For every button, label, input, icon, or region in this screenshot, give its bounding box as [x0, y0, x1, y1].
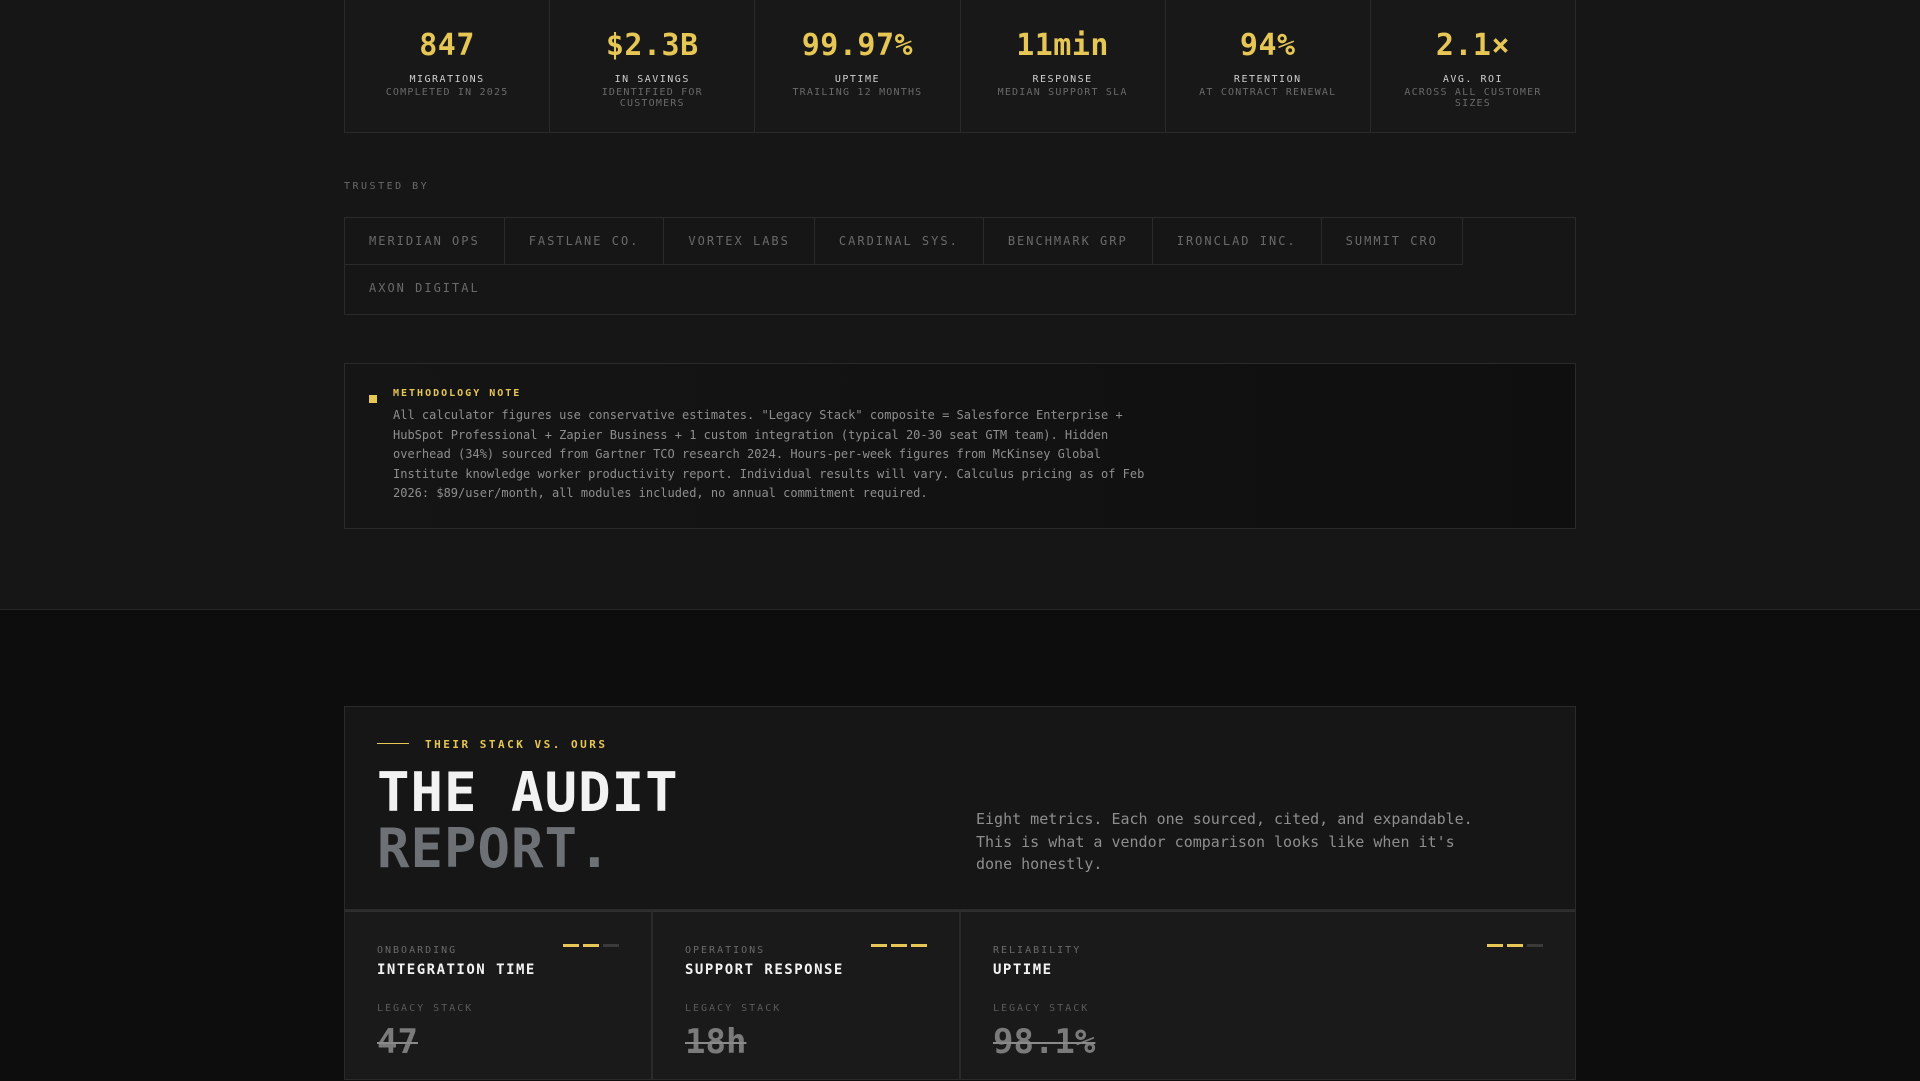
rating-bars-icon: [871, 944, 927, 947]
stat-sub: ACROSS ALL CUSTOMER SIZES: [1404, 87, 1542, 109]
eyebrow-rule: [377, 743, 409, 744]
logo-summit-cro: SUMMIT CRO: [1321, 218, 1463, 265]
stat-label: AVG. ROI: [1442, 74, 1504, 85]
legacy-label: LEGACY STACK: [377, 1003, 474, 1014]
metric-cards: ONBOARDING INTEGRATION TIME LEGACY STACK…: [344, 910, 1576, 1080]
logo-grid: MERIDIAN OPS FASTLANE CO. VORTEX LABS CA…: [344, 217, 1576, 315]
rating-bar: [891, 944, 907, 947]
stat-value: 847: [419, 28, 475, 63]
rating-bar: [583, 944, 599, 947]
metric-card-support-response[interactable]: OPERATIONS SUPPORT RESPONSE LEGACY STACK…: [652, 910, 960, 1080]
audit-description: Eight metrics. Each one sourced, cited, …: [976, 810, 1473, 873]
card-category: ONBOARDING: [377, 945, 458, 956]
stat-retention: 94% RETENTION AT CONTRACT RENEWAL: [1166, 0, 1371, 132]
stat-value: 11min: [1016, 28, 1109, 63]
rating-bar: [1527, 944, 1543, 947]
stats-strip: 847 MIGRATIONS COMPLETED IN 2025 $2.3B I…: [344, 0, 1576, 133]
methodology-text: All calculator figures use conservative …: [393, 408, 1145, 500]
stat-label: UPTIME: [834, 74, 880, 85]
legacy-value: 47: [377, 1022, 418, 1062]
logo-cardinal-sys: CARDINAL SYS.: [814, 218, 984, 265]
stat-savings: $2.3B IN SAVINGS IDENTIFIED FOR CUSTOMER…: [550, 0, 756, 132]
card-title: UPTIME: [993, 962, 1053, 978]
logo-vortex-labs: VORTEX LABS: [664, 218, 815, 265]
audit-title-line1: THE AUDIT: [377, 761, 679, 824]
stat-sub: IDENTIFIED FOR CUSTOMERS: [601, 87, 703, 109]
card-title: SUPPORT RESPONSE: [685, 962, 844, 978]
legacy-value: 98.1%: [993, 1022, 1096, 1062]
methodology-note: METHODOLOGY NOTE All calculator figures …: [344, 363, 1576, 529]
metric-card-uptime[interactable]: RELIABILITY UPTIME LEGACY STACK 98.1%: [960, 910, 1576, 1080]
rating-bar: [563, 944, 579, 947]
logo-ironclad-inc: IRONCLAD INC.: [1152, 218, 1322, 265]
stat-label: IN SAVINGS: [614, 74, 690, 85]
rating-bars-icon: [563, 944, 619, 947]
stat-response: 11min RESPONSE MEDIAN SUPPORT SLA: [961, 0, 1166, 132]
legacy-label: LEGACY STACK: [993, 1003, 1090, 1014]
rating-bar: [871, 944, 887, 947]
stat-sub: COMPLETED IN 2025: [385, 87, 509, 98]
audit-eyebrow: THEIR STACK VS. OURS: [425, 738, 608, 751]
rating-bar: [1507, 944, 1523, 947]
rating-bar: [911, 944, 927, 947]
stat-label: RETENTION: [1233, 74, 1302, 85]
stat-sub: MEDIAN SUPPORT SLA: [997, 87, 1128, 98]
trusted-by-label: TRUSTED BY: [344, 181, 430, 192]
card-category: OPERATIONS: [685, 945, 766, 956]
audit-title-line2: REPORT.: [377, 817, 612, 880]
rating-bar: [1487, 944, 1503, 947]
stat-label: RESPONSE: [1032, 74, 1093, 85]
stat-uptime: 99.97% UPTIME TRAILING 12 MONTHS: [755, 0, 961, 132]
legacy-label: LEGACY STACK: [685, 1003, 782, 1014]
metric-card-integration-time[interactable]: ONBOARDING INTEGRATION TIME LEGACY STACK…: [344, 910, 652, 1080]
rating-bars-icon: [1487, 944, 1543, 947]
card-category: RELIABILITY: [993, 945, 1082, 956]
square-bullet-icon: [369, 395, 377, 403]
audit-header: THEIR STACK VS. OURS THE AUDIT REPORT. E…: [344, 706, 1576, 910]
card-title: INTEGRATION TIME: [377, 962, 536, 978]
stat-roi: 2.1× AVG. ROI ACROSS ALL CUSTOMER SIZES: [1371, 0, 1575, 132]
logo-axon-digital: AXON DIGITAL: [369, 281, 480, 295]
stat-label: MIGRATIONS: [409, 74, 485, 85]
legacy-value: 18h: [685, 1022, 747, 1062]
stat-migrations: 847 MIGRATIONS COMPLETED IN 2025: [345, 0, 551, 132]
stat-value: $2.3B: [605, 28, 699, 63]
rating-bar: [603, 944, 619, 947]
stat-value: 99.97%: [801, 28, 914, 63]
methodology-title: METHODOLOGY NOTE: [393, 388, 522, 399]
stat-sub: TRAILING 12 MONTHS: [792, 87, 923, 98]
stat-value: 2.1×: [1435, 28, 1511, 63]
stat-value: 94%: [1239, 28, 1296, 63]
stat-sub: AT CONTRACT RENEWAL: [1199, 87, 1337, 98]
logo-meridian-ops: MERIDIAN OPS: [345, 218, 505, 265]
logo-fastlane-co: FASTLANE CO.: [504, 218, 665, 265]
logo-benchmark-grp: BENCHMARK GRP: [983, 218, 1153, 265]
